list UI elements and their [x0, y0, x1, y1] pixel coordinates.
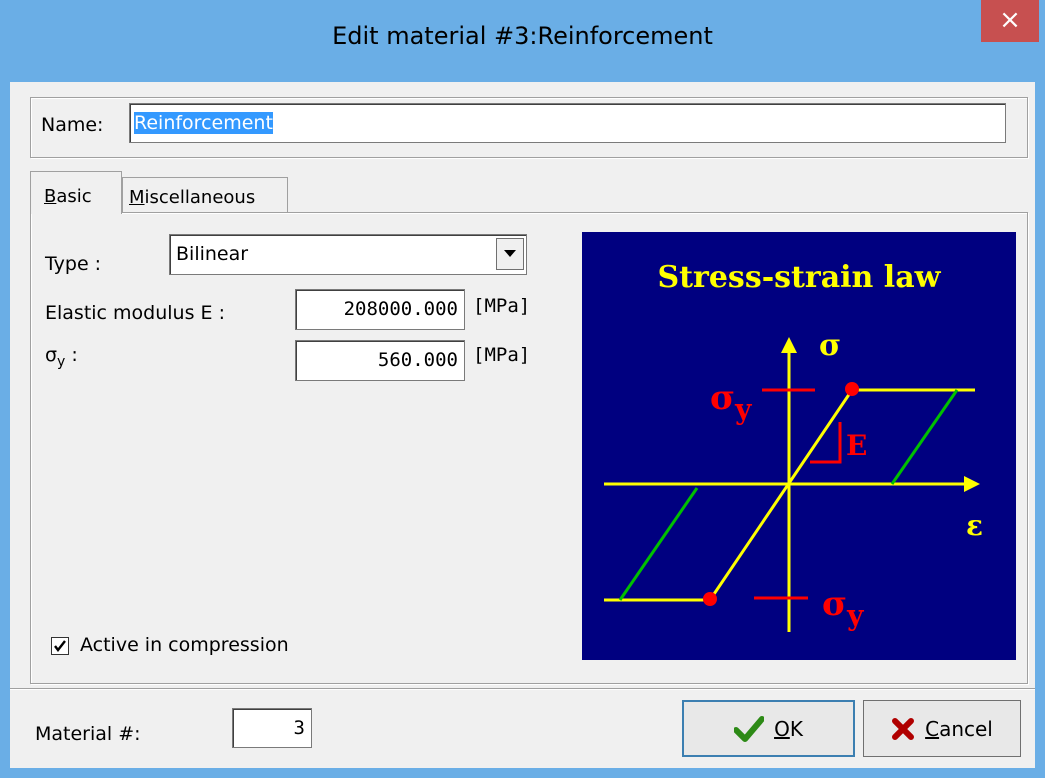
e-label: E	[846, 429, 867, 462]
type-select[interactable]: Bilinear	[169, 234, 527, 275]
cancel-button-label: Cancel	[925, 716, 993, 741]
chevron-down-icon[interactable]	[496, 238, 524, 270]
window-title: Edit material #3:Reinforcement	[332, 22, 713, 50]
sigma-y-input[interactable]: 560.000	[295, 340, 465, 381]
material-number-input[interactable]: 3	[232, 708, 312, 748]
elastic-modulus-label: Elastic modulus E :	[45, 302, 225, 324]
name-label: Name:	[41, 114, 104, 136]
active-in-compression-checkbox[interactable]	[51, 637, 69, 655]
close-icon: ×	[999, 5, 1021, 35]
sigma-y-label: σy :	[45, 344, 78, 370]
material-number-label: Material #:	[35, 723, 141, 745]
diagram-background	[582, 232, 1016, 660]
stress-strain-diagram: Stress-strain law σ ε E σy σy	[582, 232, 1016, 660]
title-bar[interactable]: Edit material #3:Reinforcement ×	[0, 0, 1045, 82]
elastic-modulus-input[interactable]: 208000.000	[295, 289, 465, 330]
yield-point-top	[845, 382, 859, 396]
cancel-button[interactable]: Cancel	[863, 700, 1021, 757]
yield-point-bottom	[703, 592, 717, 606]
x-icon	[892, 717, 915, 740]
sigma-axis-label: σ	[819, 328, 841, 363]
elastic-modulus-unit: [MPa]	[473, 295, 531, 317]
ok-button-label: OK	[774, 716, 803, 741]
type-select-value: Bilinear	[176, 243, 249, 265]
footer-separator	[10, 688, 1035, 690]
tab-miscellaneous-label: Miscellaneous	[129, 187, 256, 208]
sigma-y-unit: [MPa]	[473, 344, 531, 366]
name-input[interactable]: Reinforcement	[129, 103, 1006, 143]
active-in-compression-label: Active in compression	[80, 634, 289, 656]
tab-miscellaneous[interactable]: Miscellaneous	[122, 177, 288, 213]
type-label: Type :	[45, 253, 102, 275]
diagram-title: Stress-strain law	[658, 260, 942, 295]
checkmark-icon	[734, 715, 765, 742]
dialog-window: Edit material #3:Reinforcement × Name: R…	[0, 0, 1045, 778]
epsilon-axis-label: ε	[966, 509, 983, 542]
ok-button[interactable]: OK	[682, 700, 855, 757]
name-input-selected-text: Reinforcement	[134, 112, 273, 134]
check-icon	[54, 640, 66, 652]
close-button[interactable]: ×	[981, 0, 1039, 42]
tab-basic-label: Basic	[44, 186, 92, 207]
dialog-client: Name: Reinforcement Basic Miscellaneous …	[10, 82, 1035, 768]
tab-basic[interactable]: Basic	[30, 171, 122, 214]
